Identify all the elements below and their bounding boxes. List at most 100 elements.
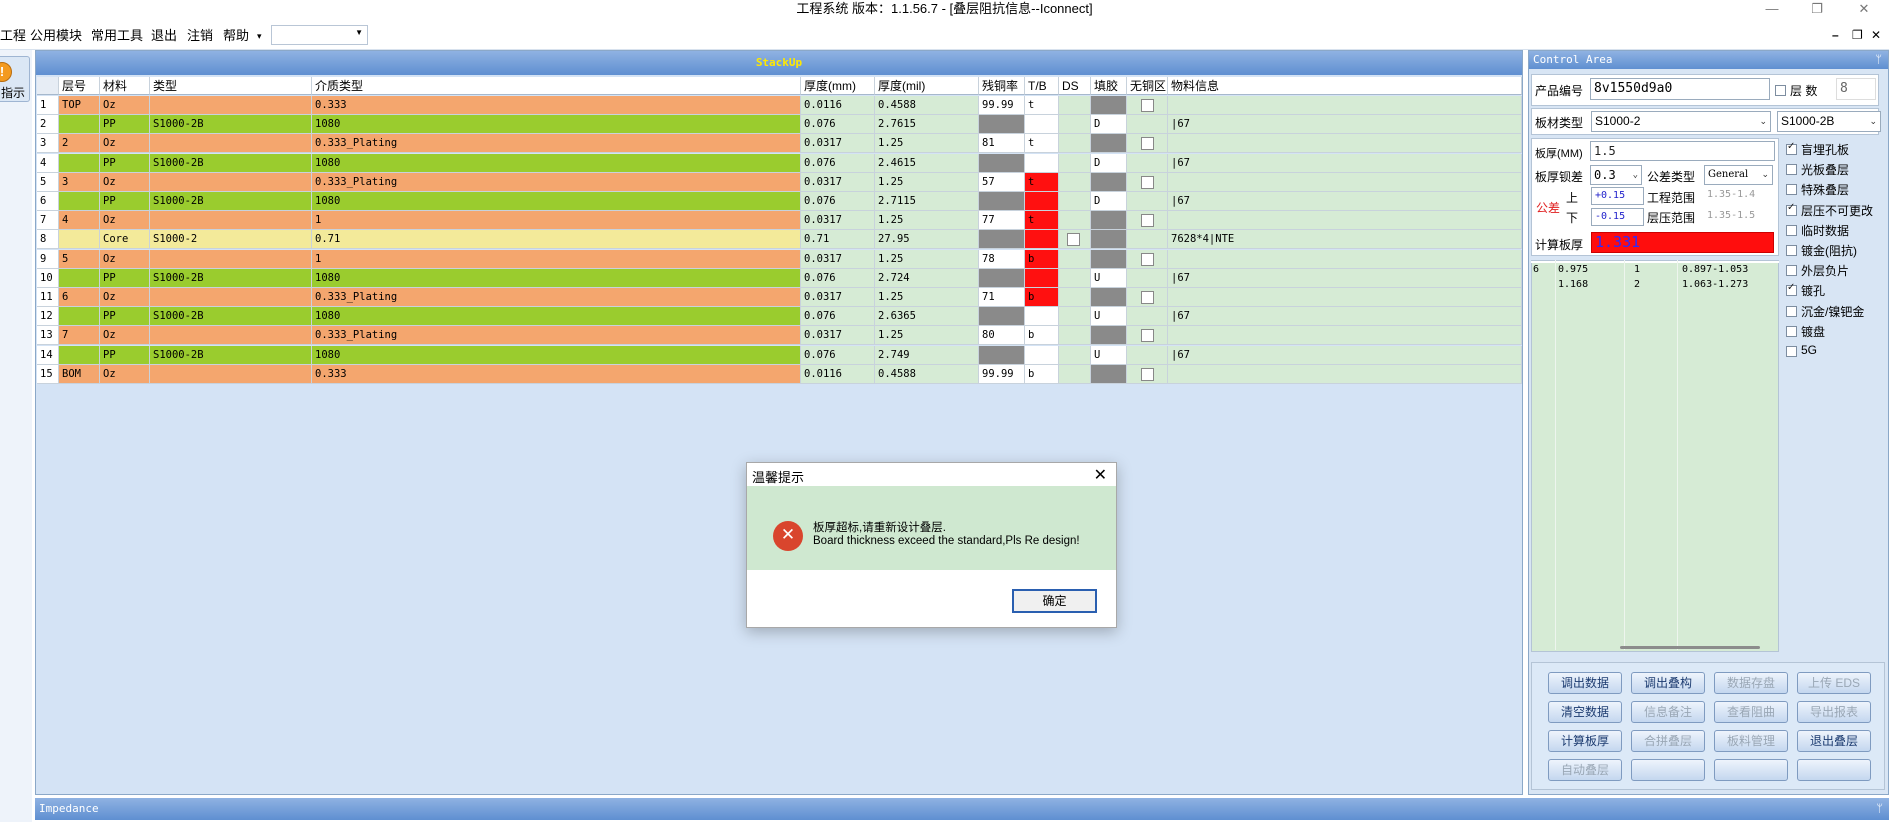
cell-material[interactable]: Oz bbox=[100, 288, 150, 307]
cell-type[interactable] bbox=[150, 134, 312, 154]
table-row[interactable]: 12 PP S1000-2B 1080 0.076 2.6365 U |67 bbox=[37, 307, 1522, 327]
cell-dielectric-type[interactable]: 1080 bbox=[312, 345, 801, 365]
mdi-restore-button[interactable]: ❐ bbox=[1852, 28, 1863, 42]
cell-thickness-mm[interactable]: 0.076 bbox=[801, 268, 875, 288]
no-copper-checkbox[interactable] bbox=[1141, 175, 1154, 189]
cell-no-copper-zone[interactable] bbox=[1127, 364, 1168, 384]
cell-dielectric-type[interactable]: 0.333_Plating bbox=[312, 134, 801, 154]
no-copper-checkbox[interactable] bbox=[1141, 99, 1154, 112]
cell-layer-no[interactable]: TOP bbox=[59, 96, 100, 115]
cell-copper-ratio[interactable]: 57 bbox=[979, 172, 1025, 192]
option-checkbox[interactable] bbox=[1786, 202, 1797, 216]
cell-top-bottom[interactable]: b bbox=[1025, 326, 1059, 346]
cell-layer-no[interactable] bbox=[59, 345, 100, 365]
option-checkbox[interactable] bbox=[1786, 325, 1797, 337]
cell-dielectric-type[interactable]: 1080 bbox=[312, 115, 801, 135]
grid-corner[interactable] bbox=[37, 77, 59, 95]
cell-copper-ratio[interactable]: 80 bbox=[979, 326, 1025, 346]
cell-type[interactable]: S1000-2B bbox=[150, 153, 312, 173]
no-copper-checkbox[interactable] bbox=[1141, 329, 1154, 343]
cell-dielectric-type[interactable]: 0.333_Plating bbox=[312, 172, 801, 192]
table-row[interactable]: 2 PP S1000-2B 1080 0.076 2.7615 D |67 bbox=[37, 115, 1522, 135]
option-checkbox[interactable] bbox=[1786, 265, 1797, 277]
table-row[interactable]: 4 PP S1000-2B 1080 0.076 2.4615 D |67 bbox=[37, 153, 1522, 173]
cell-dielectric-type[interactable]: 1080 bbox=[312, 307, 801, 327]
cell-thickness-mil[interactable]: 0.4588 bbox=[875, 96, 979, 115]
cell-ds[interactable] bbox=[1059, 307, 1091, 327]
cell-row-index[interactable]: 14 bbox=[37, 345, 59, 365]
cell-no-copper-zone[interactable] bbox=[1127, 307, 1168, 327]
cell-fill-glue[interactable] bbox=[1091, 288, 1127, 307]
impedance-panel-header[interactable]: Impedance ᛘ bbox=[35, 798, 1889, 820]
option-label[interactable]: 镀孔 bbox=[1801, 282, 1825, 299]
cell-material[interactable]: PP bbox=[100, 268, 150, 288]
option-label[interactable]: 镀盘 bbox=[1801, 323, 1825, 340]
cell-layer-no[interactable]: 6 bbox=[59, 288, 100, 307]
table-row[interactable]: 15 BOM Oz 0.333 0.0116 0.4588 99.99 b bbox=[37, 364, 1522, 384]
cell-thickness-mil[interactable]: 1.25 bbox=[875, 211, 979, 231]
cell-layer-no[interactable]: 5 bbox=[59, 249, 100, 269]
action-button[interactable]: 计算板厚 bbox=[1548, 730, 1622, 752]
column-header-ds[interactable]: DS bbox=[1059, 77, 1091, 95]
cell-fill-glue[interactable]: D bbox=[1091, 153, 1127, 173]
list-scrollbar[interactable] bbox=[1620, 646, 1760, 649]
cell-thickness-mil[interactable]: 1.25 bbox=[875, 249, 979, 269]
option-label[interactable]: 临时数据 bbox=[1801, 222, 1849, 239]
menu-exit[interactable]: 退出 bbox=[151, 27, 177, 45]
option-label[interactable]: 外层负片 bbox=[1801, 262, 1849, 279]
cell-fill-glue[interactable]: U bbox=[1091, 345, 1127, 365]
cell-ds[interactable] bbox=[1059, 134, 1091, 154]
cell-thickness-mm[interactable]: 0.076 bbox=[801, 307, 875, 327]
cell-material[interactable]: PP bbox=[100, 153, 150, 173]
cell-layer-no[interactable]: 7 bbox=[59, 326, 100, 346]
cell-top-bottom[interactable] bbox=[1025, 307, 1059, 327]
column-header-thickness-mm[interactable]: 厚度(mm) bbox=[801, 77, 875, 95]
cell-thickness-mil[interactable]: 2.749 bbox=[875, 345, 979, 365]
cell-copper-ratio[interactable] bbox=[979, 115, 1025, 135]
option-checkbox[interactable] bbox=[1786, 184, 1797, 196]
no-copper-checkbox[interactable] bbox=[1141, 137, 1154, 151]
cell-material-info[interactable]: |67 bbox=[1168, 268, 1522, 288]
tolerance-type-select[interactable]: General ⌄ bbox=[1704, 165, 1773, 185]
hint-button[interactable]: ! 指示 bbox=[0, 56, 30, 102]
cell-copper-ratio[interactable] bbox=[979, 153, 1025, 173]
cell-material-info[interactable] bbox=[1168, 211, 1522, 231]
menu-tools[interactable]: 常用工具 bbox=[91, 27, 143, 45]
cell-top-bottom[interactable] bbox=[1025, 115, 1059, 135]
action-button[interactable]: 自动叠层 bbox=[1548, 759, 1622, 781]
cell-material[interactable]: Oz bbox=[100, 96, 150, 115]
cell-copper-ratio[interactable]: 99.99 bbox=[979, 364, 1025, 384]
cell-row-index[interactable]: 9 bbox=[37, 249, 59, 269]
cell-ds[interactable] bbox=[1059, 230, 1091, 250]
cell-type[interactable] bbox=[150, 96, 312, 115]
product-code-input[interactable]: 8v1550d9a0 bbox=[1590, 78, 1770, 100]
cell-row-index[interactable]: 11 bbox=[37, 288, 59, 307]
cell-type[interactable]: S1000-2B bbox=[150, 268, 312, 288]
cell-material-info[interactable]: |67 bbox=[1168, 345, 1522, 365]
table-row[interactable]: 9 5 Oz 1 0.0317 1.25 78 b bbox=[37, 249, 1522, 269]
cell-thickness-mil[interactable]: 1.25 bbox=[875, 134, 979, 154]
cell-fill-glue[interactable]: D bbox=[1091, 115, 1127, 135]
cell-top-bottom[interactable]: t bbox=[1025, 211, 1059, 231]
cell-material-info[interactable]: |67 bbox=[1168, 307, 1522, 327]
action-button[interactable] bbox=[1797, 759, 1871, 781]
cell-fill-glue[interactable] bbox=[1091, 364, 1127, 384]
no-copper-checkbox[interactable] bbox=[1141, 367, 1154, 381]
table-row[interactable]: 11 6 Oz 0.333_Plating 0.0317 1.25 71 b bbox=[37, 288, 1522, 307]
cell-dielectric-type[interactable]: 0.333_Plating bbox=[312, 288, 801, 307]
cell-copper-ratio[interactable]: 71 bbox=[979, 288, 1025, 307]
cell-type[interactable]: S1000-2B bbox=[150, 345, 312, 365]
action-button[interactable]: 合拼叠层 bbox=[1631, 730, 1705, 752]
option-label[interactable]: 特殊叠层 bbox=[1801, 181, 1849, 198]
table-row[interactable]: 14 PP S1000-2B 1080 0.076 2.749 U |67 bbox=[37, 345, 1522, 365]
cell-thickness-mil[interactable]: 1.25 bbox=[875, 326, 979, 346]
action-button[interactable] bbox=[1631, 759, 1705, 781]
action-button[interactable] bbox=[1714, 759, 1788, 781]
cell-no-copper-zone[interactable] bbox=[1127, 268, 1168, 288]
action-button[interactable]: 清空数据 bbox=[1548, 701, 1622, 723]
cell-top-bottom[interactable]: t bbox=[1025, 96, 1059, 115]
column-header-type[interactable]: 类型 bbox=[150, 77, 312, 95]
table-row[interactable]: 1 TOP Oz 0.333 0.0116 0.4588 99.99 t bbox=[37, 96, 1522, 115]
cell-material-info[interactable] bbox=[1168, 249, 1522, 269]
action-button[interactable]: 调出叠构 bbox=[1631, 672, 1705, 694]
